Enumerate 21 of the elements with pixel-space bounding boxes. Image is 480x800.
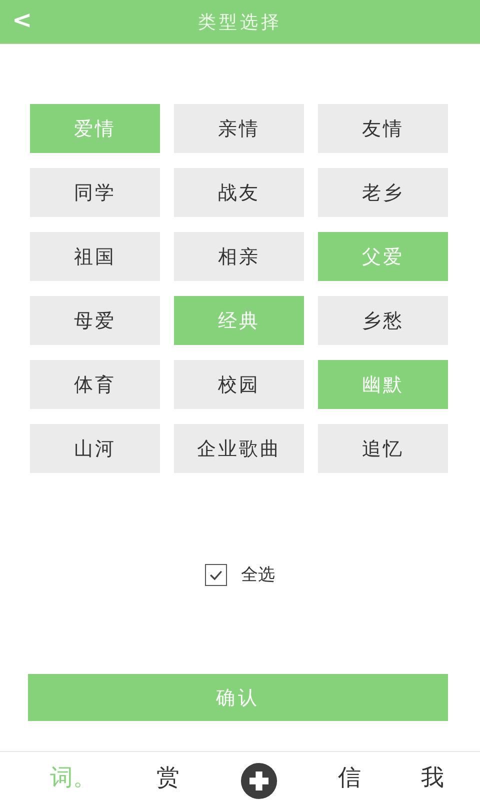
category-tag[interactable]: 追忆 <box>318 424 448 474</box>
select-all-checkbox[interactable] <box>205 564 227 586</box>
category-tag[interactable]: 战友 <box>174 168 304 218</box>
category-tag[interactable]: 友情 <box>318 104 448 154</box>
category-tag[interactable]: 亲情 <box>174 104 304 154</box>
category-tag[interactable]: 相亲 <box>174 232 304 282</box>
category-tag[interactable]: 祖国 <box>30 232 160 282</box>
category-tag[interactable]: 体育 <box>30 360 160 410</box>
category-tag[interactable]: 母爱 <box>30 296 160 346</box>
nav-tab[interactable]: 我 <box>421 762 444 793</box>
category-tag[interactable]: 校园 <box>174 360 304 410</box>
category-tag[interactable]: 老乡 <box>318 168 448 218</box>
add-icon[interactable] <box>240 762 278 800</box>
category-tag[interactable]: 山河 <box>30 424 160 474</box>
nav-tab[interactable]: 赏 <box>156 762 180 793</box>
page-title: 类型选择 <box>198 10 282 34</box>
category-tag[interactable]: 企业歌曲 <box>174 424 304 474</box>
category-tag[interactable]: 乡愁 <box>318 296 448 346</box>
nav-tab[interactable]: 信 <box>338 762 361 793</box>
category-tag[interactable]: 同学 <box>30 168 160 218</box>
select-all-label: 全选 <box>241 564 275 586</box>
